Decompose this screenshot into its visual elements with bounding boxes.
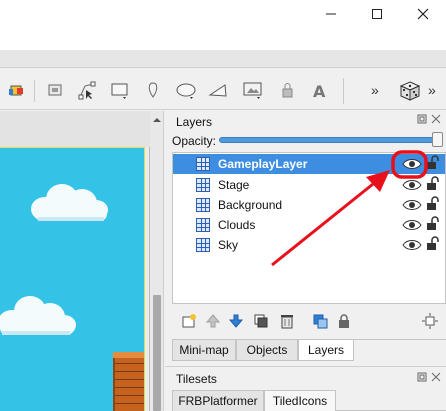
highlight-icon (422, 313, 438, 329)
stamp-tool[interactable] (43, 80, 67, 102)
brick-tile (113, 352, 144, 411)
lock-layer-button[interactable] (335, 312, 353, 330)
panel-close-button[interactable] (430, 114, 442, 126)
unlock-icon[interactable] (426, 236, 440, 251)
tab-tiledicons[interactable]: TiledIcons (264, 390, 336, 411)
opacity-label: Opacity: (172, 134, 217, 148)
point-tool[interactable] (141, 80, 165, 102)
eye-icon[interactable] (402, 218, 422, 232)
image-icon (243, 82, 262, 99)
new-layer-icon (182, 314, 196, 328)
eye-icon[interactable] (402, 178, 422, 192)
toolbar-separator (343, 78, 344, 104)
lock-icon (339, 314, 349, 328)
float-icon (417, 372, 427, 382)
brick-tile-top (113, 352, 144, 358)
float-icon (417, 114, 427, 124)
unlock-icon[interactable] (426, 155, 440, 170)
maximize-button[interactable] (354, 0, 400, 28)
insert-tile-icon (282, 83, 293, 98)
close-icon (431, 372, 441, 382)
paint-bucket-icon (9, 85, 23, 96)
delete-icon (281, 315, 293, 329)
tile-layer-icon (196, 157, 210, 171)
delete-layer-button[interactable] (278, 312, 296, 330)
polygon-icon (208, 84, 227, 97)
stamp-icon (48, 84, 62, 96)
opacity-slider[interactable] (219, 137, 441, 143)
tile-layer-icon (196, 238, 210, 252)
opacity-slider-handle[interactable] (432, 132, 443, 147)
move-up-icon (205, 314, 221, 328)
close-icon (417, 8, 429, 20)
panel-close-button[interactable] (430, 372, 442, 384)
tile-layer-icon (196, 218, 210, 232)
document-tab-strip (0, 50, 446, 68)
toolbar-separator (34, 80, 35, 102)
toolbar-overflow-left[interactable]: » (371, 82, 379, 98)
maximize-icon (372, 9, 382, 19)
unlock-icon[interactable] (426, 196, 440, 211)
tile-layer-icon (196, 198, 210, 212)
panel-float-button[interactable] (416, 372, 428, 384)
layer-name: Sky (218, 238, 239, 252)
tilesets-panel-title: Tilesets (176, 372, 217, 386)
scrollbar-thumb[interactable] (153, 295, 161, 411)
canvas-margin (0, 111, 150, 147)
random-mode-button[interactable] (398, 80, 422, 102)
new-layer-button[interactable] (180, 312, 198, 330)
ellipse-icon (176, 83, 196, 99)
layers-panel-title: Layers (176, 115, 213, 129)
tab-objects[interactable]: Objects (236, 340, 298, 361)
ellipse-point-icon (148, 82, 158, 98)
tab-mini-map[interactable]: Mini-map (172, 340, 236, 361)
move-layer-up-button[interactable] (204, 312, 222, 330)
rectangle-icon (111, 83, 128, 99)
unlock-icon[interactable] (426, 216, 440, 231)
select-nodes-tool[interactable] (75, 80, 99, 102)
close-button[interactable] (400, 0, 446, 28)
ellipse-tool[interactable] (174, 80, 198, 102)
tile-layer-icon (196, 178, 210, 192)
merge-layer-button[interactable] (311, 312, 329, 330)
eye-icon[interactable] (402, 157, 422, 171)
tab-layers[interactable]: Layers (298, 340, 354, 361)
tab-frbplatformer[interactable]: FRBPlatformer (172, 390, 264, 411)
move-down-icon (228, 314, 244, 328)
duplicate-layer-button[interactable] (252, 312, 270, 330)
minimize-icon (326, 13, 336, 15)
layer-name: Stage (218, 178, 250, 192)
move-layer-down-button[interactable] (227, 312, 245, 330)
highlight-layer-button[interactable] (421, 312, 439, 330)
panel-float-button[interactable] (416, 114, 428, 126)
unlock-icon[interactable] (426, 176, 440, 191)
insert-tile-tool[interactable] (275, 80, 299, 102)
layer-name: GameplayLayer (218, 157, 308, 171)
eye-icon[interactable] (402, 238, 422, 252)
paint-bucket-tool[interactable] (4, 80, 28, 102)
toolbar-overflow-right[interactable]: » (428, 82, 436, 98)
polygon-tool[interactable] (206, 80, 230, 102)
text-icon: A (313, 82, 326, 101)
svg-text:A: A (313, 82, 326, 101)
layer-name: Background (218, 198, 283, 212)
eye-icon[interactable] (402, 198, 422, 212)
rectangle-tool[interactable] (108, 80, 132, 102)
minimize-button[interactable] (308, 0, 354, 28)
select-nodes-icon (78, 81, 96, 100)
merge-icon (313, 314, 328, 329)
scroll-up-icon (153, 118, 161, 122)
layer-name: Clouds (218, 218, 256, 232)
menu-area (0, 28, 446, 50)
text-tool[interactable]: A (307, 80, 331, 102)
duplicate-icon (254, 314, 268, 328)
image-tool[interactable] (241, 80, 265, 102)
dice-icon (399, 81, 421, 101)
close-icon (431, 114, 441, 124)
